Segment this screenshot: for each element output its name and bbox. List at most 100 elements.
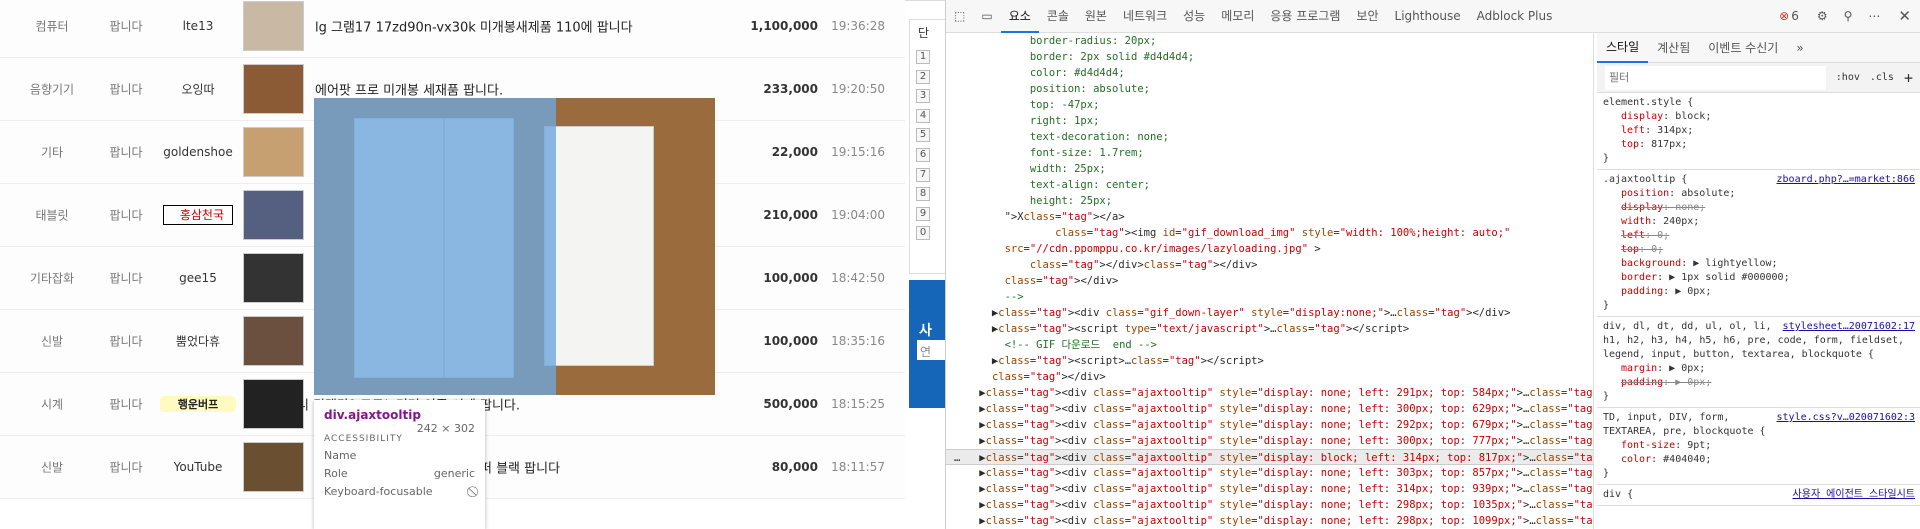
thumbnail-image[interactable] [243, 127, 304, 177]
hov-button[interactable]: :hov [1836, 72, 1860, 83]
dom-node-line[interactable]: width: 25px; [946, 161, 1593, 177]
author-link[interactable]: 홍삼천국 [163, 205, 233, 225]
dom-node-line[interactable]: right: 1px; [946, 113, 1593, 129]
css-property[interactable]: display: block; [1603, 110, 1915, 124]
close-icon[interactable]: ✕ [1888, 7, 1920, 25]
dom-node-line[interactable]: class="tag"></div>class="tag"></div> [946, 257, 1593, 273]
dom-node-line[interactable]: top: -47px; [946, 97, 1593, 113]
css-property[interactable]: margin: ▶ 0px; [1603, 362, 1915, 376]
css-property[interactable]: position: absolute; [1603, 187, 1915, 201]
dom-node-line[interactable]: ▶class="tag"><script>…class="tag"></scri… [946, 353, 1593, 369]
styles-tab[interactable]: 이벤트 수신기 [1699, 34, 1787, 62]
more-icon[interactable]: ⋯ [1860, 9, 1888, 23]
css-property[interactable]: left: 314px; [1603, 124, 1915, 138]
dom-node-line[interactable]: ▶class="tag"><div class="ajaxtooltip" st… [946, 497, 1593, 513]
devtools-tab[interactable]: 네트워크 [1115, 0, 1175, 33]
gear-icon[interactable]: ⚙ [1809, 9, 1836, 23]
dom-node-line[interactable]: src="//cdn.ppomppu.co.kr/images/lazyload… [946, 241, 1593, 257]
dom-node-line[interactable]: border: 2px solid #d4d4d4; [946, 49, 1593, 65]
styles-tab[interactable]: 스타일 [1597, 33, 1649, 63]
rank-number[interactable]: 5 [916, 128, 930, 143]
inspect-element-icon[interactable]: ⬚ [946, 9, 973, 23]
dom-node-line[interactable]: border-radius: 20px; [946, 33, 1593, 49]
css-rule[interactable]: zboard.php?…=market:866 .ajaxtooltip {pos… [1597, 170, 1920, 317]
error-icon[interactable]: ⊗ [1779, 9, 1789, 23]
thumbnail-image[interactable] [243, 442, 304, 492]
rule-source-link[interactable]: stylesheet…20071602:17 [1783, 320, 1915, 334]
dom-node-line[interactable]: position: absolute; [946, 81, 1593, 97]
thumbnail-image[interactable] [243, 253, 304, 303]
dom-node-line[interactable]: --> [946, 289, 1593, 305]
rank-number[interactable]: 6 [916, 148, 930, 162]
thumbnail-image[interactable] [243, 1, 304, 51]
cls-button[interactable]: .cls [1870, 72, 1894, 83]
css-property[interactable]: background: ▶ lightyellow; [1603, 257, 1915, 271]
css-rule[interactable]: style.css?v…020071602:3 TD, input, DIV, f… [1597, 408, 1920, 485]
author-link[interactable]: lte13 [160, 19, 236, 33]
author-link[interactable]: 오잉따 [160, 81, 236, 98]
dom-node-line[interactable]: class="tag"><img id="gif_download_img" s… [946, 225, 1593, 241]
css-property[interactable]: padding: ▶ 0px; [1603, 285, 1915, 299]
css-rule[interactable]: stylesheet…20071602:17 div, dl, dt, dd, u… [1597, 317, 1920, 408]
devtools-tab[interactable]: 성능 [1175, 0, 1213, 33]
css-property[interactable]: top: 0; [1603, 243, 1915, 257]
device-toolbar-icon[interactable]: ▭ [973, 9, 1000, 23]
devtools-tab[interactable]: Lighthouse [1387, 0, 1469, 33]
author-link[interactable]: 뿜었다휴 [160, 333, 236, 350]
css-property[interactable]: width: 240px; [1603, 215, 1915, 229]
rank-number[interactable]: 4 [916, 108, 930, 123]
thumbnail-image[interactable] [243, 190, 304, 240]
dom-node-line[interactable]: ▶class="tag"><div class="ajaxtooltip" st… [946, 513, 1593, 529]
dom-node-line[interactable]: ▶class="tag"><div class="ajaxtooltip" st… [946, 417, 1593, 433]
author-link[interactable]: gee15 [160, 271, 236, 285]
dom-node-line[interactable]: ▶class="tag"><div class="ajaxtooltip" st… [946, 465, 1593, 481]
listing-row[interactable]: 컴퓨터 팝니다 lte13 lg 그램17 17zd90n-vx30k 미개봉새제품 … [0, 0, 905, 58]
side-input[interactable]: 연 [917, 340, 945, 360]
devtools-tab[interactable]: 원본 [1077, 0, 1115, 33]
rule-source-link[interactable]: style.css?v…020071602:3 [1777, 411, 1915, 425]
css-property[interactable]: border: ▶ 1px solid #000000; [1603, 271, 1915, 285]
dom-node-line[interactable]: class="tag"></div> [946, 273, 1593, 289]
devtools-tab[interactable]: 콘솔 [1039, 0, 1077, 33]
css-property[interactable]: font-size: 9pt; [1603, 439, 1915, 453]
dom-node-line[interactable]: color: #d4d4d4; [946, 65, 1593, 81]
css-rule[interactable]: 사용자 에이전트 스타일시트 div { [1597, 485, 1920, 506]
rule-source-link[interactable]: zboard.php?…=market:866 [1777, 173, 1915, 187]
devtools-tab[interactable]: 보안 [1348, 0, 1386, 33]
dom-node-line[interactable]: ▶class="tag"><div class="ajaxtooltip" st… [946, 385, 1593, 401]
devtools-tab[interactable]: 요소 [1000, 0, 1039, 33]
post-title-link[interactable]: 퍼 블랙 팝니다 [480, 458, 560, 477]
css-rule[interactable]: element.style {display: block; left: 314p… [1597, 93, 1920, 170]
rank-number[interactable]: 8 [916, 187, 930, 202]
css-property[interactable]: left: 0; [1603, 229, 1915, 243]
css-property[interactable]: display: none; [1603, 201, 1915, 215]
post-title-link[interactable]: 에어팟 프로 미개봉 세재품 팝니다. [315, 80, 503, 99]
error-count[interactable]: 6 [1791, 9, 1799, 23]
author-link[interactable]: goldenshoe [160, 145, 236, 159]
rank-number[interactable]: 7 [916, 167, 930, 182]
devtools-tab[interactable]: 메모리 [1213, 0, 1262, 33]
dom-node-line[interactable]: text-decoration: none; [946, 129, 1593, 145]
css-property[interactable]: padding: ▶ 0px; [1603, 376, 1915, 390]
css-property[interactable]: color: #404040; [1603, 453, 1915, 467]
rank-number[interactable]: 2 [916, 69, 930, 84]
feedback-icon[interactable]: ⚲ [1836, 9, 1861, 23]
dom-node-line[interactable]: <!-- GIF 다운로드 end --> [946, 337, 1593, 353]
dom-node-line[interactable]: ▶class="tag"><div class="ajaxtooltip" st… [946, 433, 1593, 449]
dom-node-line[interactable]: ▶class="tag"><script type="text/javascri… [946, 321, 1593, 337]
thumbnail-image[interactable] [243, 316, 304, 366]
dom-node-line[interactable]: ▶class="tag"><div class="ajaxtooltip" st… [946, 481, 1593, 497]
post-title-link[interactable]: lg 그램17 17zd90n-vx30k 미개봉새제품 110에 팝니다 [315, 17, 633, 36]
rule-source-link[interactable]: 사용자 에이전트 스타일시트 [1793, 488, 1915, 502]
dom-node-line[interactable]: text-align: center; [946, 177, 1593, 193]
rank-number[interactable]: 0 [916, 226, 930, 241]
dom-node-line[interactable]: height: 25px; [946, 193, 1593, 209]
dom-node-line[interactable]: font-size: 1.7rem; [946, 145, 1593, 161]
dom-node-line[interactable]: ▶class="tag"><div class="ajaxtooltip" st… [946, 401, 1593, 417]
dom-node-line[interactable]: class="tag"></div> [946, 369, 1593, 385]
rank-number[interactable]: 9 [916, 206, 930, 221]
new-rule-button[interactable]: + [1904, 69, 1913, 87]
dom-node-line[interactable]: ▶class="tag"><div class="gif_down-layer"… [946, 305, 1593, 321]
styles-filter-input[interactable] [1605, 65, 1826, 90]
styles-tab[interactable]: » [1787, 34, 1812, 62]
